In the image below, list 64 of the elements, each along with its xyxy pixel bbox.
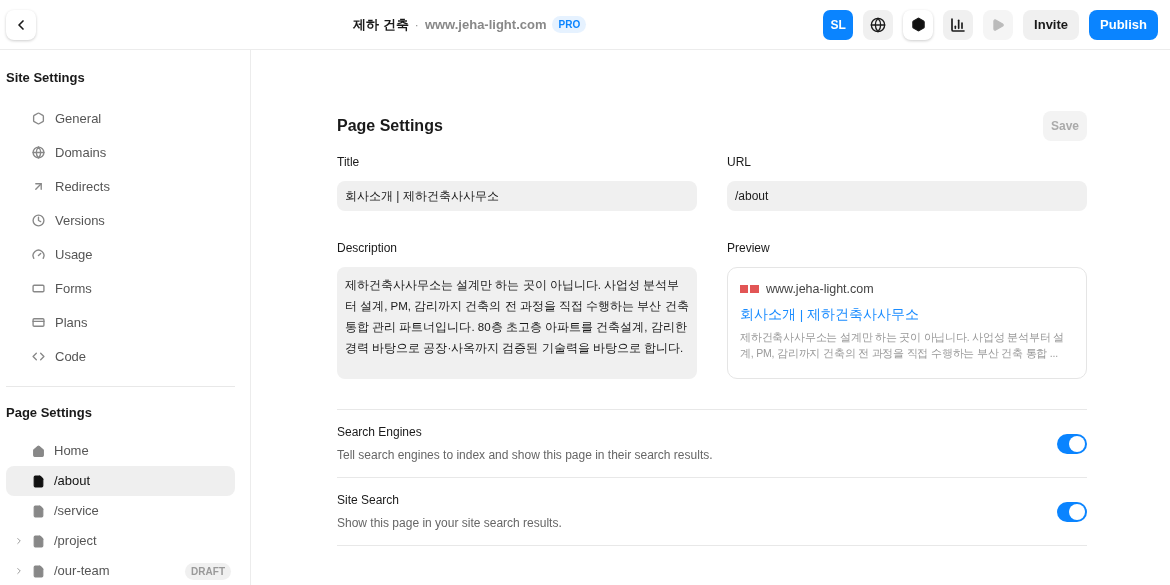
section-title: Page Settings — [6, 403, 93, 422]
form-icon — [32, 282, 45, 295]
separator: · — [414, 15, 419, 34]
gauge-icon — [32, 248, 45, 261]
file-icon — [32, 504, 45, 518]
setting-title: Search Engines — [337, 424, 423, 441]
preview-snippet: 제하건축사사무소는 설계만 하는 곳이 아닙니다. 사업성 분석부터 설계, PM, 감리까지 건축의 전 과정을 직접 수행하는 부산 건축 통합 ... — [740, 330, 1066, 361]
clock-icon — [32, 214, 45, 227]
page-title: Page Settings — [337, 116, 443, 136]
publish-button[interactable]: Publish — [1089, 9, 1158, 40]
code-icon — [32, 350, 45, 363]
sidebar-item[interactable]: Redirects — [6, 169, 244, 204]
page-item[interactable]: /project — [6, 526, 235, 556]
page-item[interactable]: /our-team DRAFT — [6, 556, 235, 585]
invite-button[interactable]: Invite — [1023, 9, 1080, 40]
url-field[interactable]: /about — [727, 181, 1087, 211]
setting-title: Site Search — [337, 492, 401, 509]
settings-button[interactable] — [903, 9, 934, 40]
hexagon-icon — [32, 112, 45, 125]
field-label: Preview — [727, 240, 771, 257]
toggle-switch[interactable] — [1057, 501, 1087, 522]
section-title: Site Settings — [6, 69, 86, 87]
globe-button[interactable] — [863, 9, 894, 40]
bar-chart-icon — [950, 16, 967, 33]
avatar[interactable]: SL — [823, 9, 854, 40]
card-icon — [32, 316, 45, 329]
favicon-icon — [740, 284, 760, 295]
play-icon — [991, 17, 1006, 32]
preview-url: www.jeha-light.com — [766, 281, 874, 298]
domain-text: www.jeha-light.com — [424, 15, 547, 34]
page-item[interactable]: /about — [6, 466, 235, 496]
globe-icon — [32, 146, 45, 159]
toggle-switch[interactable] — [1057, 433, 1087, 454]
setting-description: Tell search engines to index and show this page in their search results. — [337, 447, 713, 464]
sidebar-item[interactable]: Usage — [6, 237, 244, 272]
field-label: Title — [337, 154, 361, 171]
back-button[interactable] — [6, 9, 36, 40]
page-item[interactable]: Home — [6, 436, 235, 466]
page-item[interactable]: /service — [6, 496, 235, 526]
site-name: 제하 건축 — [352, 15, 409, 34]
hexagon-icon — [910, 17, 926, 32]
sidebar-item[interactable]: Forms — [6, 271, 244, 306]
sidebar-item[interactable]: Plans — [6, 305, 244, 340]
setting-description: Show this page in your site search results. — [337, 515, 562, 532]
field-label: Description — [337, 240, 399, 257]
analytics-button[interactable] — [943, 9, 974, 40]
file-icon — [32, 564, 45, 578]
plan-badge: PRO — [552, 16, 587, 33]
sidebar-item[interactable]: Domains — [6, 135, 244, 170]
globe-icon — [870, 16, 887, 33]
draft-badge: DRAFT — [185, 562, 231, 580]
home-icon — [32, 444, 45, 458]
sidebar-item[interactable]: Versions — [6, 203, 244, 238]
preview-title: 회사소개 | 제하건축사사무소 — [740, 305, 920, 324]
field-label: URL — [727, 154, 752, 171]
chevron-icon — [14, 536, 24, 546]
file-icon — [32, 534, 45, 548]
sidebar-item[interactable]: Code — [6, 339, 244, 374]
file-icon — [32, 474, 45, 488]
chevron-icon — [14, 566, 24, 576]
title-field[interactable]: 회사소개 | 제하건축사사무소 — [337, 181, 697, 211]
description-field[interactable]: 제하건축사사무소는 설계만 하는 곳이 아닙니다. 사업성 분석부터 설계, PM, 감리까지 건축의 전 과정을 직접 수행하는 부산 건축 통합 관리 파트너입니다. 80층 초고층 아파트를 건축설계, 감리한 경력 바탕으로 공장·사옥까지 검증된 기술력을 바탕으로 합니다. — [337, 267, 697, 379]
arrow-icon — [32, 180, 45, 193]
sidebar-item[interactable]: General — [6, 101, 244, 136]
